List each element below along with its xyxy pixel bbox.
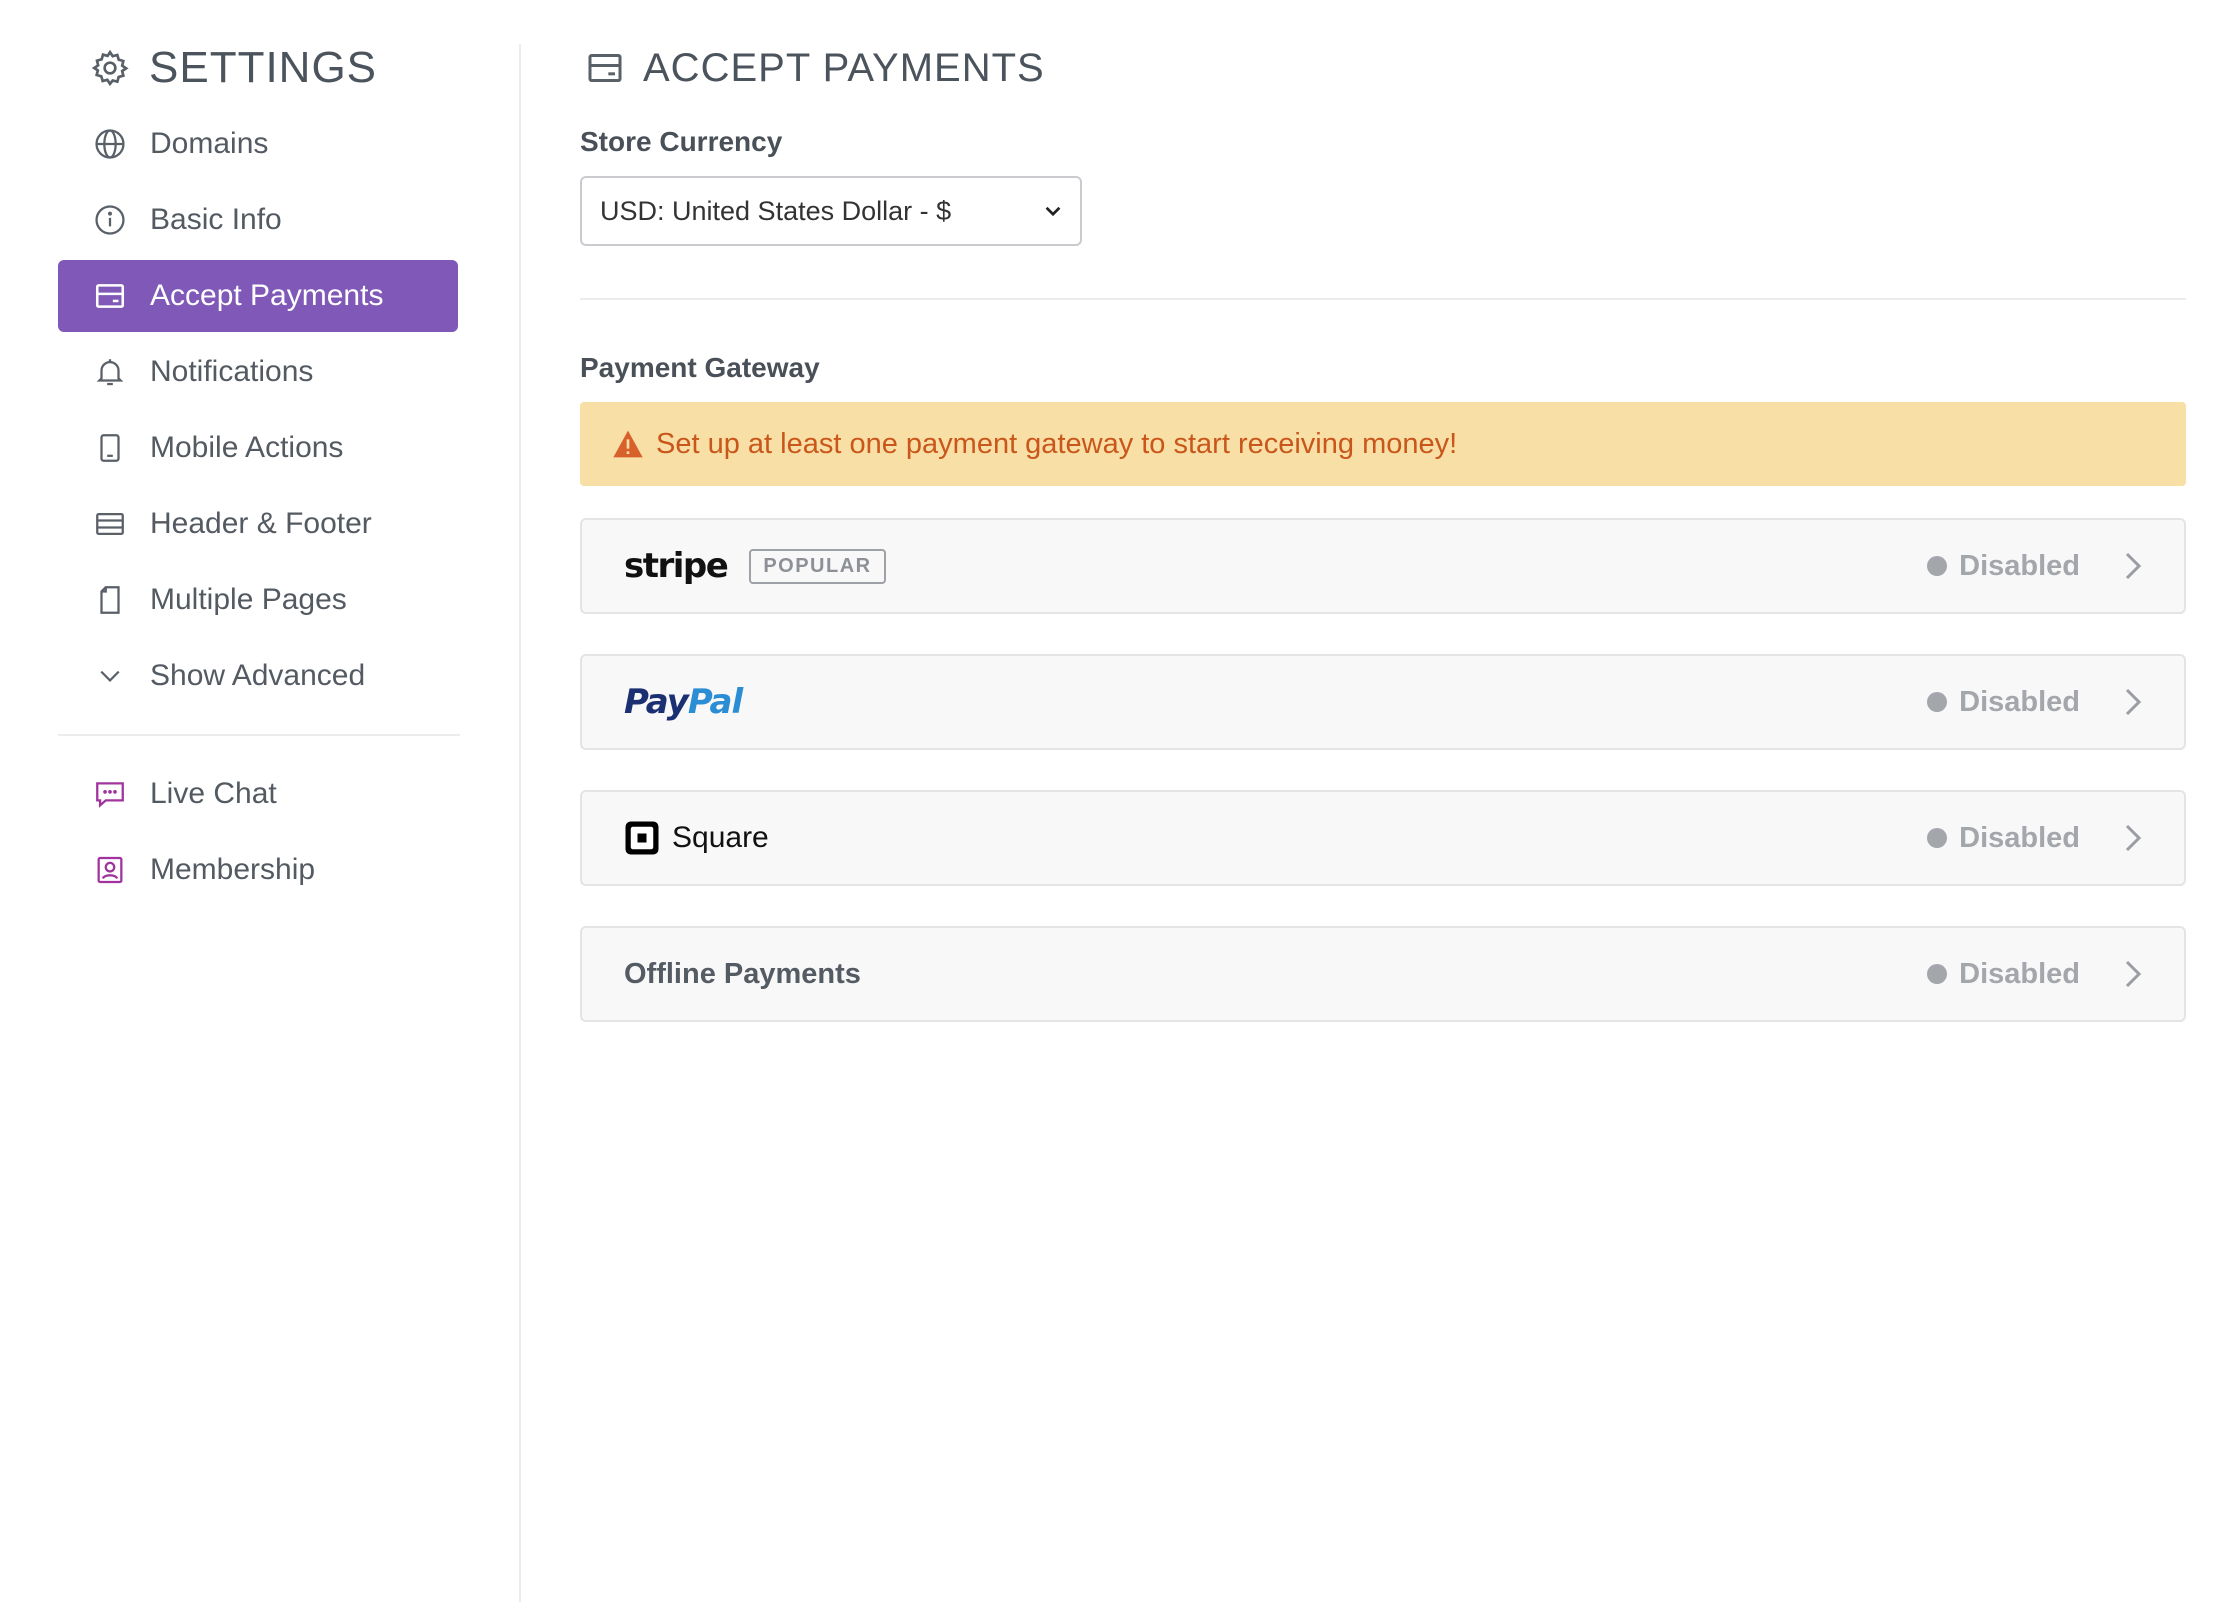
sidebar-item-membership[interactable]: Membership — [58, 834, 458, 906]
gateway-brand: Offline Payments — [624, 958, 1927, 991]
bell-icon — [92, 354, 128, 390]
status-text: Disabled — [1959, 549, 2080, 582]
square-logo-text: Square — [672, 821, 769, 854]
status-badge: Disabled — [1927, 550, 2080, 583]
sidebar-item-live-chat[interactable]: Live Chat — [58, 758, 458, 830]
sidebar-item-label: Mobile Actions — [150, 431, 344, 464]
sidebar-item-label: Notifications — [150, 355, 314, 388]
chevron-right-icon — [2125, 552, 2142, 580]
page-title: ACCEPT PAYMENTS — [643, 45, 1045, 90]
store-currency-label: Store Currency — [580, 126, 783, 157]
settings-title: SETTINGS — [58, 40, 458, 96]
status-text: Disabled — [1959, 957, 2080, 990]
sidebar-item-basic-info[interactable]: Basic Info — [58, 184, 458, 256]
gateway-row-offline-payments[interactable]: Offline Payments Disabled — [580, 926, 2186, 1022]
store-currency-value: USD: United States Dollar - $ — [600, 195, 952, 226]
chevron-down-icon — [92, 658, 128, 694]
square-logo-icon — [625, 821, 659, 855]
gateway-brand: PayPal — [624, 682, 1927, 722]
sidebar-item-label: Domains — [150, 127, 269, 160]
sidebar-item-label: Multiple Pages — [150, 583, 347, 616]
sidebar-item-label: Accept Payments — [150, 279, 384, 312]
main-content: ACCEPT PAYMENTS Store Currency USD: Unit… — [580, 40, 2186, 1062]
chevron-down-icon — [1045, 206, 1061, 217]
status-badge: Disabled — [1927, 958, 2080, 991]
globe-icon — [92, 126, 128, 162]
sidebar-item-show-advanced[interactable]: Show Advanced — [58, 640, 458, 712]
warning-icon — [613, 430, 643, 458]
sidebar-item-header-footer[interactable]: Header & Footer — [58, 488, 458, 560]
section-divider — [580, 298, 2186, 300]
gateway-row-paypal[interactable]: PayPal Disabled — [580, 654, 2186, 750]
sidebar-item-multiple-pages[interactable]: Multiple Pages — [58, 564, 458, 636]
sidebar-item-label: Show Advanced — [150, 659, 366, 692]
paypal-logo-pal: Pal — [687, 682, 743, 722]
sidebar-divider — [58, 734, 460, 736]
sidebar-item-label: Header & Footer — [150, 507, 372, 540]
status-dot-icon — [1927, 692, 1948, 712]
gateway-warning-text: Set up at least one payment gateway to s… — [656, 427, 1458, 460]
status-badge: Disabled — [1927, 822, 2080, 855]
square-logo: Square — [624, 820, 769, 856]
paypal-logo-pay: Pay — [624, 682, 689, 722]
status-text: Disabled — [1959, 821, 2080, 854]
status-badge: Disabled — [1927, 686, 2080, 719]
status-text: Disabled — [1959, 685, 2080, 718]
chevron-right-icon — [2125, 824, 2142, 852]
status-dot-icon — [1927, 964, 1948, 984]
gear-icon — [91, 49, 129, 87]
sidebar-item-label: Membership — [150, 853, 316, 886]
settings-sidebar: SETTINGS Domains Basic Info Accept Payme… — [58, 40, 460, 910]
gateway-row-stripe[interactable]: stripe POPULAR Disabled — [580, 518, 2186, 614]
layout-icon — [92, 506, 128, 542]
gateway-warning-alert: Set up at least one payment gateway to s… — [580, 402, 2186, 486]
page-header: ACCEPT PAYMENTS — [580, 40, 2186, 96]
mobile-icon — [92, 430, 128, 466]
paypal-logo: PayPal — [624, 682, 743, 722]
sidebar-item-notifications[interactable]: Notifications — [58, 336, 458, 408]
page-icon — [92, 582, 128, 618]
gateway-row-square[interactable]: Square Disabled — [580, 790, 2186, 886]
sidebar-item-label: Basic Info — [150, 203, 282, 236]
sidebar-item-label: Live Chat — [150, 777, 277, 810]
status-dot-icon — [1927, 828, 1948, 848]
gateway-brand: stripe POPULAR — [624, 546, 1927, 586]
sidebar-item-mobile-actions[interactable]: Mobile Actions — [58, 412, 458, 484]
payment-gateway-label: Payment Gateway — [580, 352, 820, 383]
offline-payments-label: Offline Payments — [624, 957, 861, 990]
sidebar-item-accept-payments[interactable]: Accept Payments — [58, 260, 458, 332]
sidebar-vertical-divider — [519, 44, 521, 1602]
settings-title-text: SETTINGS — [149, 43, 378, 92]
member-icon — [92, 852, 128, 888]
sidebar-item-domains[interactable]: Domains — [58, 108, 458, 180]
store-currency-select[interactable]: USD: United States Dollar - $ — [580, 176, 1082, 246]
stripe-logo: stripe — [624, 546, 729, 586]
chevron-right-icon — [2125, 960, 2142, 988]
payment-card-icon — [588, 54, 622, 82]
status-dot-icon — [1927, 556, 1948, 576]
popular-badge: POPULAR — [749, 548, 886, 584]
chat-icon — [92, 776, 128, 812]
payment-card-icon — [92, 278, 128, 314]
chevron-right-icon — [2125, 688, 2142, 716]
info-icon — [92, 202, 128, 238]
gateway-brand: Square — [624, 820, 1927, 856]
